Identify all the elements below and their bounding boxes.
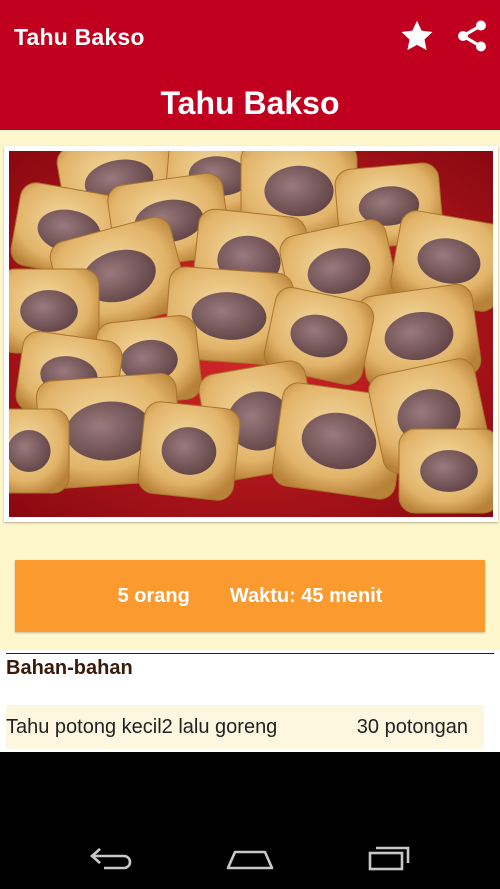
action-bar: Tahu Bakso (0, 0, 500, 76)
recipe-title: Tahu Bakso (160, 84, 340, 121)
share-icon (458, 20, 486, 52)
tahu-bakso-image (9, 151, 493, 517)
recipe-content: 5 orang Waktu: 45 menit (0, 130, 500, 650)
system-nav-bar (0, 752, 500, 889)
ingredient-row: Tahu potong kecil2 lalu goreng 30 potong… (6, 705, 484, 749)
ingredients-heading: Bahan-bahan (6, 657, 133, 679)
favorite-button[interactable] (396, 14, 438, 58)
back-button[interactable] (80, 838, 142, 878)
share-button[interactable] (450, 14, 494, 58)
home-button[interactable] (218, 838, 282, 878)
recipe-info-bar: 5 orang Waktu: 45 menit (15, 560, 485, 632)
star-icon (401, 20, 433, 51)
time-label: Waktu: 45 menit (229, 584, 383, 607)
recents-button[interactable] (358, 838, 420, 878)
recipe-title-band: Tahu Bakso (0, 76, 500, 130)
app-title: Tahu Bakso (14, 24, 145, 50)
home-icon (226, 850, 274, 870)
recipe-photo (9, 151, 493, 517)
servings-label: 5 orang (117, 584, 190, 607)
recipe-photo-frame (4, 146, 498, 522)
section-divider (6, 653, 494, 654)
ingredients-section: Bahan-bahan Tahu potong kecil2 lalu gore… (0, 650, 500, 752)
app-screen: Tahu Bakso Tahu Bakso 5 orang Waktu: 45 … (0, 0, 500, 752)
back-icon (90, 848, 132, 870)
recents-icon (368, 846, 410, 871)
ingredient-quantity: 30 potongan (356, 715, 468, 738)
ingredient-name: Tahu potong kecil2 lalu goreng (6, 715, 278, 738)
